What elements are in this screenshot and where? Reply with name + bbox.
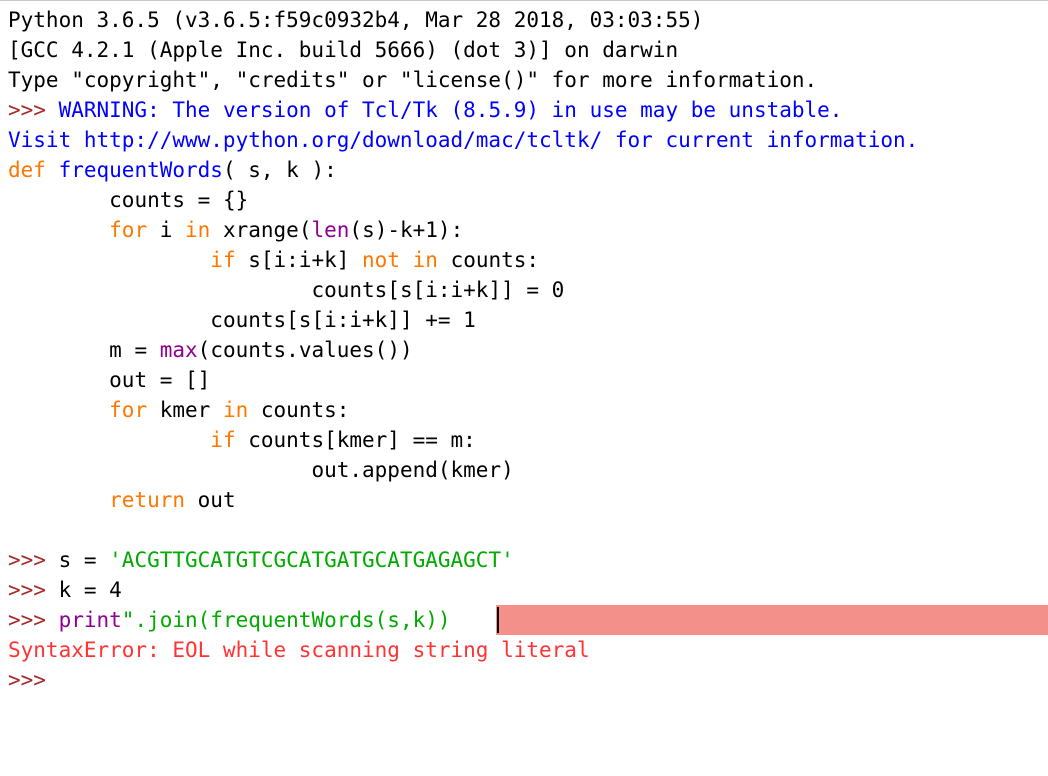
python-idle-shell[interactable]: Python 3.6.5 (v3.6.5:f59c0932b4, Mar 28 … xyxy=(0,0,1048,776)
code-text: i xyxy=(147,218,186,242)
builtin-len: len xyxy=(311,218,350,242)
session-line-print[interactable]: >>> print".join(frequentWords(s,k)) xyxy=(8,605,451,635)
prompt: >>> xyxy=(8,548,59,572)
keyword-in: in xyxy=(185,218,211,242)
code-text: out.append(kmer) xyxy=(311,458,514,482)
code-text: s[i:i+k] xyxy=(235,248,363,272)
keyword-for: for xyxy=(109,218,148,242)
prompt: >>> xyxy=(8,668,59,692)
code-text: (s)-k+1): xyxy=(349,218,464,242)
code-text: counts[kmer] == m: xyxy=(235,428,476,452)
function-name: frequentWords xyxy=(58,158,223,182)
keyword-if: if xyxy=(210,248,236,272)
prompt: >>> xyxy=(8,578,59,602)
code-text: counts[s[i:i+k]] = 0 xyxy=(311,278,565,302)
keyword-not: not xyxy=(362,248,400,272)
code-text: xrange( xyxy=(210,218,312,242)
keyword-in: in xyxy=(412,248,438,272)
keyword-in: in xyxy=(222,398,249,422)
code-line-append: out.append(kmer) xyxy=(8,455,514,485)
builtin-print: print xyxy=(58,608,122,632)
code-text: ( s, k ): xyxy=(222,158,337,182)
session-line-k: >>> k = 4 xyxy=(8,575,122,605)
code-text: counts: xyxy=(437,248,540,272)
input-line[interactable]: >>> xyxy=(8,665,59,695)
code-text: k = 4 xyxy=(58,578,122,602)
code-line-counts-increment: counts[s[i:i+k]] += 1 xyxy=(8,305,476,335)
prompt: >>> xyxy=(8,608,59,632)
code-line-return: return out xyxy=(8,485,236,515)
keyword-def: def xyxy=(8,158,46,182)
code-line-counts-init: counts = {} xyxy=(8,185,248,215)
code-text: counts = {} xyxy=(109,188,249,212)
warning-text: WARNING: The version of Tcl/Tk (8.5.9) i… xyxy=(58,98,843,122)
syntax-error-message: SyntaxError: EOL while scanning string l… xyxy=(8,638,590,662)
code-line-for-kmer: for kmer in counts: xyxy=(8,395,349,425)
code-line-max: m = max(counts.values()) xyxy=(8,335,413,365)
keyword-if: if xyxy=(210,428,236,452)
code-text: s = xyxy=(58,548,110,572)
prompt: >>> xyxy=(8,98,59,122)
code-line-out-init: out = [] xyxy=(8,365,210,395)
banner-compiler: [GCC 4.2.1 (Apple Inc. build 5666) (dot … xyxy=(8,38,679,62)
code-text: out = [] xyxy=(109,368,211,392)
text-cursor xyxy=(497,607,499,633)
string-literal: 'ACGTTGCATGTCGCATGATGCATGAGAGCT' xyxy=(109,548,514,572)
string-literal: ".join(frequentWords(s,k)) xyxy=(121,608,451,632)
code-line-if-equal: if counts[kmer] == m: xyxy=(8,425,476,455)
banner-version: Python 3.6.5 (v3.6.5:f59c0932b4, Mar 28 … xyxy=(8,8,704,32)
code-text: counts[s[i:i+k]] += 1 xyxy=(210,308,476,332)
code-text: out xyxy=(185,488,236,512)
code-line-if-not-in: if s[i:i+k] not in counts: xyxy=(8,245,539,275)
warning-line-2: Visit http://www.python.org/download/mac… xyxy=(8,128,919,152)
code-line-counts-zero: counts[s[i:i+k]] = 0 xyxy=(8,275,564,305)
code-line-def: def frequentWords( s, k ): xyxy=(8,155,337,185)
code-line-for-range: for i in xrange(len(s)-k+1): xyxy=(8,215,463,245)
builtin-max: max xyxy=(159,338,198,362)
keyword-for: for xyxy=(109,398,148,422)
code-text: m = xyxy=(109,338,160,362)
session-line-s: >>> s = 'ACGTTGCATGTCGCATGATGCATGAGAGCT' xyxy=(8,545,514,575)
code-text: (counts.values()) xyxy=(197,338,413,362)
syntax-error-highlight xyxy=(496,605,1048,635)
code-text: kmer xyxy=(147,398,223,422)
code-text: counts: xyxy=(248,398,350,422)
keyword-return: return xyxy=(109,488,186,512)
warning-line-1: >>> WARNING: The version of Tcl/Tk (8.5.… xyxy=(8,95,842,125)
banner-info: Type "copyright", "credits" or "license(… xyxy=(8,68,818,92)
